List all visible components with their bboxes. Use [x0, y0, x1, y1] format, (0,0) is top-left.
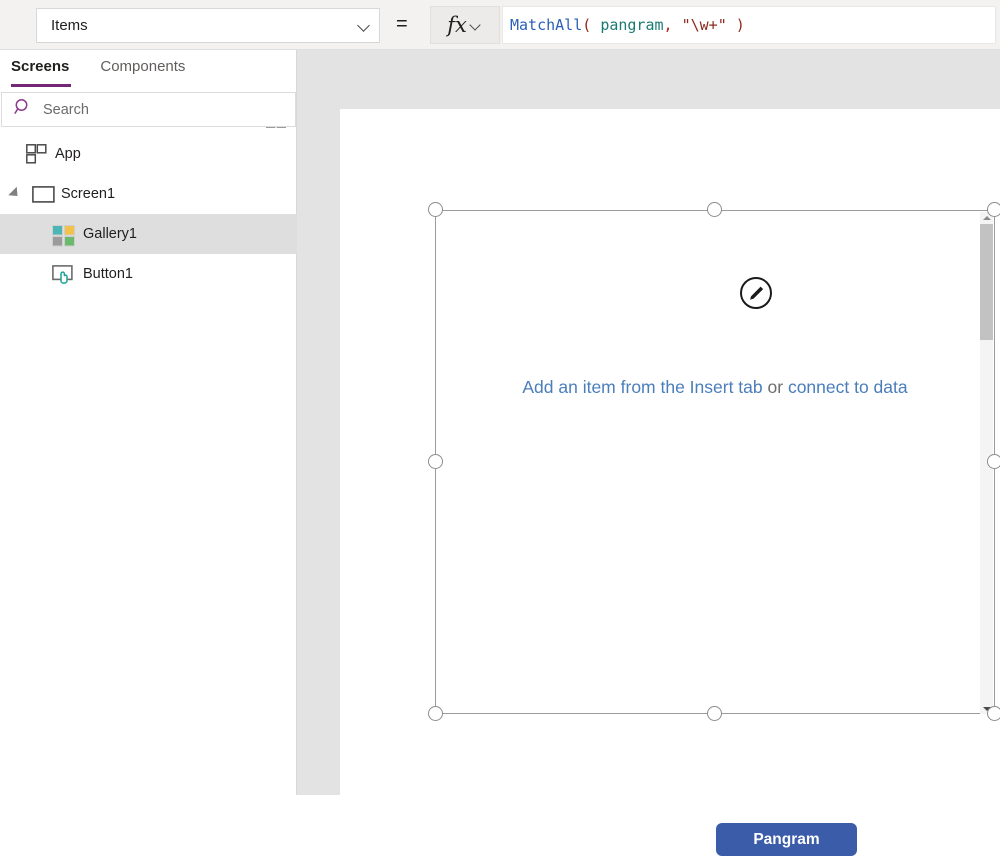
screen-icon — [32, 186, 55, 207]
fx-label: fx — [447, 12, 467, 37]
insert-tab-link[interactable]: Add an item from the Insert tab — [522, 377, 762, 397]
equals-sign: = — [396, 13, 408, 35]
empty-message-conjunction: or — [762, 377, 788, 397]
tree-item-label: App — [55, 146, 81, 162]
formula-token-paren-1: ( — [582, 16, 601, 34]
formula-token-comma-3: , — [663, 16, 673, 34]
formula-token-plain-4 — [673, 16, 682, 34]
formula-token-identifier-2: pangram — [600, 16, 664, 34]
gallery-icon — [52, 225, 76, 251]
resize-handle-bottom-center[interactable] — [707, 706, 722, 721]
pangram-button[interactable]: Pangram — [716, 823, 857, 856]
resize-handle-middle-left[interactable] — [428, 454, 443, 469]
search-icon — [14, 98, 33, 122]
gallery-control[interactable]: Add an item from the Insert tab or conne… — [435, 210, 995, 714]
resize-handle-top-right[interactable] — [987, 202, 1000, 217]
screens-tree: App Screen1 Gallery1 Button1 — [0, 134, 297, 294]
resize-handle-top-center[interactable] — [707, 202, 722, 217]
formula-token-string-5: "\w+" — [681, 16, 727, 34]
canvas-workspace: Add an item from the Insert tab or conne… — [297, 50, 1000, 856]
connect-to-data-link[interactable]: connect to data — [788, 377, 908, 397]
tab-screens[interactable]: Screens — [11, 50, 72, 89]
scrollbar-thumb[interactable] — [980, 224, 993, 340]
resize-handle-bottom-left[interactable] — [428, 706, 443, 721]
formula-input[interactable]: MatchAll( pangram, "\w+" ) — [502, 6, 996, 44]
formula-token-function-0: MatchAll — [510, 16, 583, 34]
search-input[interactable]: Search — [1, 92, 296, 127]
app-canvas[interactable]: Add an item from the Insert tab or conne… — [340, 109, 1000, 856]
expand-collapse-icon[interactable] — [8, 186, 22, 201]
property-selector-value: Items — [51, 17, 88, 34]
formula-bar: Items = fx MatchAll( pangram, "\w+" ) — [0, 0, 1000, 50]
scroll-up-icon[interactable] — [983, 216, 991, 220]
resize-handle-middle-right[interactable] — [987, 454, 1000, 469]
formula-token-paren-6: ) — [726, 16, 745, 34]
tree-item-label: Button1 — [83, 266, 133, 282]
chevron-down-icon — [358, 19, 371, 32]
chevron-down-icon — [470, 19, 483, 32]
search-placeholder: Search — [43, 101, 89, 118]
property-selector-dropdown[interactable]: Items — [36, 8, 380, 43]
tree-item-screen1[interactable]: Screen1 — [0, 174, 297, 214]
tree-item-label: Gallery1 — [83, 226, 137, 242]
tree-item-app[interactable]: App — [0, 134, 297, 174]
tree-item-label: Screen1 — [61, 186, 116, 202]
pencil-icon — [749, 286, 763, 300]
tree-item-gallery1[interactable]: Gallery1 — [0, 214, 297, 254]
resize-handle-top-left[interactable] — [428, 202, 443, 217]
app-icon — [26, 144, 47, 168]
button-icon — [52, 265, 77, 290]
panel-tabs: Screens Components — [0, 50, 297, 89]
fx-button[interactable]: fx — [430, 6, 500, 44]
tab-components[interactable]: Components — [100, 50, 187, 89]
tree-item-button1[interactable]: Button1 — [0, 254, 297, 294]
resize-handle-bottom-right[interactable] — [987, 706, 1000, 721]
gallery-empty-message: Add an item from the Insert tab or conne… — [436, 377, 994, 398]
gallery-edit-pencil-button[interactable] — [740, 277, 772, 309]
left-panel: Screens Components Search App Screen1 Ga… — [0, 50, 297, 795]
